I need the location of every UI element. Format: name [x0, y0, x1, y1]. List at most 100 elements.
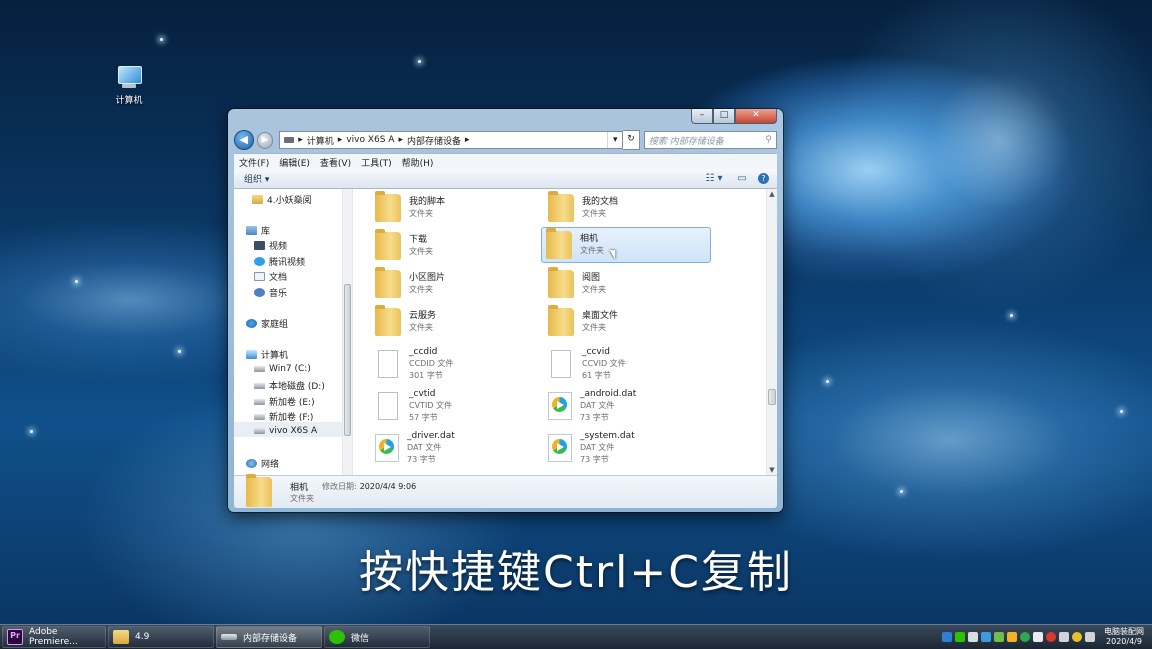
taskbar-premiere[interactable]: Pr Adobe Premiere... — [2, 626, 106, 648]
vcd-file-icon — [548, 434, 572, 462]
nav-item-documents[interactable]: 文档 — [254, 270, 287, 283]
crumb-separator: ▸ — [398, 135, 403, 145]
tray-icon[interactable] — [1046, 632, 1056, 642]
wechat-icon — [329, 630, 345, 644]
clock[interactable]: 电脑装配网 2020/4/9 — [1104, 627, 1144, 647]
menu-edit[interactable]: 编辑(E) — [279, 156, 310, 169]
desktop-computer-shortcut[interactable]: 计算机 — [108, 66, 150, 106]
nav-item-phone[interactable]: vivo X6S A — [254, 426, 317, 436]
menu-help[interactable]: 帮助(H) — [402, 156, 434, 169]
search-input[interactable]: 搜索 内部存储设备 ⚲ — [643, 131, 777, 149]
nav-item-homegroup[interactable]: 家庭组 — [246, 317, 288, 330]
search-placeholder: 搜索 内部存储设备 — [648, 136, 724, 147]
scroll-up-icon[interactable]: ▲ — [767, 190, 777, 198]
address-dropdown-icon[interactable]: ▾ — [607, 132, 622, 148]
close-button[interactable]: ✕ — [735, 109, 777, 124]
maximize-button[interactable]: □ — [713, 109, 735, 124]
help-icon[interactable]: ? — [758, 173, 769, 184]
folder-icon — [548, 267, 574, 298]
volume-icon[interactable] — [1033, 632, 1043, 642]
tray-icon[interactable] — [968, 632, 978, 642]
nav-item-music[interactable]: 音乐 — [254, 286, 287, 299]
menu-bar: 文件(F) 编辑(E) 查看(V) 工具(T) 帮助(H) — [234, 153, 777, 170]
list-item[interactable]: _cvtid CVTID 文件 57 字节 — [371, 386, 541, 426]
back-button[interactable]: ◀ — [234, 130, 254, 150]
nav-item-computer[interactable]: 计算机 — [246, 348, 288, 361]
preview-pane-icon[interactable]: ▭ — [734, 173, 750, 185]
crumb-separator: ▸ — [337, 135, 343, 145]
list-item[interactable]: _ccdid CCDID 文件 301 字节 — [371, 344, 541, 384]
video-icon — [254, 241, 265, 250]
list-item[interactable]: _driver.dat DAT 文件 73 字节 — [371, 428, 541, 468]
navigation-pane: 4.小妖燊阅 库 视频 腾讯视频 文档 音乐 家庭组 计算机 Win7 (C:)… — [234, 189, 353, 475]
folder-icon — [548, 191, 574, 222]
breadcrumb-storage[interactable]: 内部存储设备 — [407, 134, 461, 147]
list-item[interactable]: 我的文档 文件夹 — [544, 191, 714, 225]
list-item[interactable]: 小区图片 文件夹 — [371, 267, 541, 301]
tray-icon[interactable] — [1085, 632, 1095, 642]
system-tray: 电脑装配网 2020/4/9 — [942, 625, 1152, 649]
details-modified-value: 2020/4/4 9:06 — [359, 482, 417, 491]
tray-icon[interactable] — [942, 632, 952, 642]
scroll-down-icon[interactable]: ▼ — [767, 466, 777, 474]
folder-icon — [375, 191, 401, 222]
organize-button[interactable]: 组织 ▾ — [244, 172, 269, 185]
taskbar-wechat[interactable]: 微信 — [324, 626, 430, 648]
music-icon — [254, 288, 265, 297]
taskbar-storage-window[interactable]: 内部存储设备 — [216, 626, 322, 648]
list-item[interactable]: 下载 文件夹 — [371, 229, 541, 263]
star — [900, 490, 903, 493]
refresh-button[interactable]: ↻ — [623, 130, 640, 150]
list-item-selected[interactable]: 相机 文件夹 — [541, 227, 711, 263]
taskbar-folder[interactable]: 4.9 — [108, 626, 214, 648]
tray-icon[interactable] — [981, 632, 991, 642]
menu-file[interactable]: 文件(F) — [239, 156, 269, 169]
file-list-scrollbar[interactable]: ▲ ▼ — [766, 189, 777, 475]
explorer-window[interactable]: – □ ✕ ◀ ▶ ▸ 计算机 ▸ vivo X6S A ▸ 内部存储设备 ▸ … — [228, 109, 783, 512]
nav-scrollbar[interactable] — [342, 189, 352, 475]
drive-icon — [221, 634, 237, 640]
star — [160, 38, 163, 41]
breadcrumb-device[interactable]: vivo X6S A — [346, 135, 394, 145]
tray-icon[interactable] — [1072, 632, 1082, 642]
list-item[interactable]: 阅图 文件夹 — [544, 267, 714, 301]
file-icon — [551, 350, 571, 378]
list-item[interactable]: _system.dat DAT 文件 73 字节 — [544, 428, 714, 468]
nav-item-libraries[interactable]: 库 — [246, 224, 270, 237]
file-icon — [378, 350, 398, 378]
nav-item-tencent-video[interactable]: 腾讯视频 — [254, 255, 305, 268]
nav-scroll-thumb[interactable] — [344, 284, 351, 436]
vcd-file-icon — [548, 392, 572, 420]
nav-item-drive-c[interactable]: Win7 (C:) — [254, 364, 311, 374]
network-icon[interactable] — [1059, 632, 1069, 642]
folder-icon — [252, 195, 263, 204]
address-bar[interactable]: ▸ 计算机 ▸ vivo X6S A ▸ 内部存储设备 ▸ ▾ — [279, 131, 624, 149]
nav-item-drive-d[interactable]: 本地磁盘 (D:) — [254, 379, 325, 392]
list-item[interactable]: _ccvid CCVID 文件 61 字节 — [544, 344, 714, 384]
nav-item-drive-f[interactable]: 新加卷 (F:) — [254, 410, 313, 423]
tencent-video-icon — [254, 257, 265, 266]
menu-view[interactable]: 查看(V) — [320, 156, 351, 169]
wechat-tray-icon[interactable] — [955, 632, 965, 642]
nav-item-network[interactable]: 网络 — [246, 457, 279, 470]
nav-item-drive-e[interactable]: 新加卷 (E:) — [254, 395, 315, 408]
list-item[interactable]: _android.dat DAT 文件 73 字节 — [544, 386, 714, 426]
nav-item-videos[interactable]: 视频 — [254, 239, 287, 252]
change-view-icon[interactable]: ☷ ▾ — [702, 173, 726, 185]
list-item[interactable]: 桌面文件 文件夹 — [544, 305, 714, 339]
list-item[interactable]: 我的脚本 文件夹 — [371, 191, 541, 225]
minimize-button[interactable]: – — [691, 109, 713, 124]
file-list-scroll-thumb[interactable] — [768, 389, 776, 405]
breadcrumb-computer[interactable]: 计算机 — [307, 134, 334, 147]
list-item[interactable]: 云服务 文件夹 — [371, 305, 541, 339]
menu-tools[interactable]: 工具(T) — [361, 156, 392, 169]
nav-item-folder[interactable]: 4.小妖燊阅 — [252, 193, 312, 206]
details-modified-label: 修改日期: — [322, 482, 357, 491]
folder-icon — [113, 630, 129, 644]
crumb-separator: ▸ — [465, 135, 470, 145]
caption-buttons: – □ ✕ — [691, 109, 777, 124]
tray-icon[interactable] — [1007, 632, 1017, 642]
tray-icon[interactable] — [1020, 632, 1030, 642]
forward-button[interactable]: ▶ — [256, 131, 274, 149]
tray-icon[interactable] — [994, 632, 1004, 642]
